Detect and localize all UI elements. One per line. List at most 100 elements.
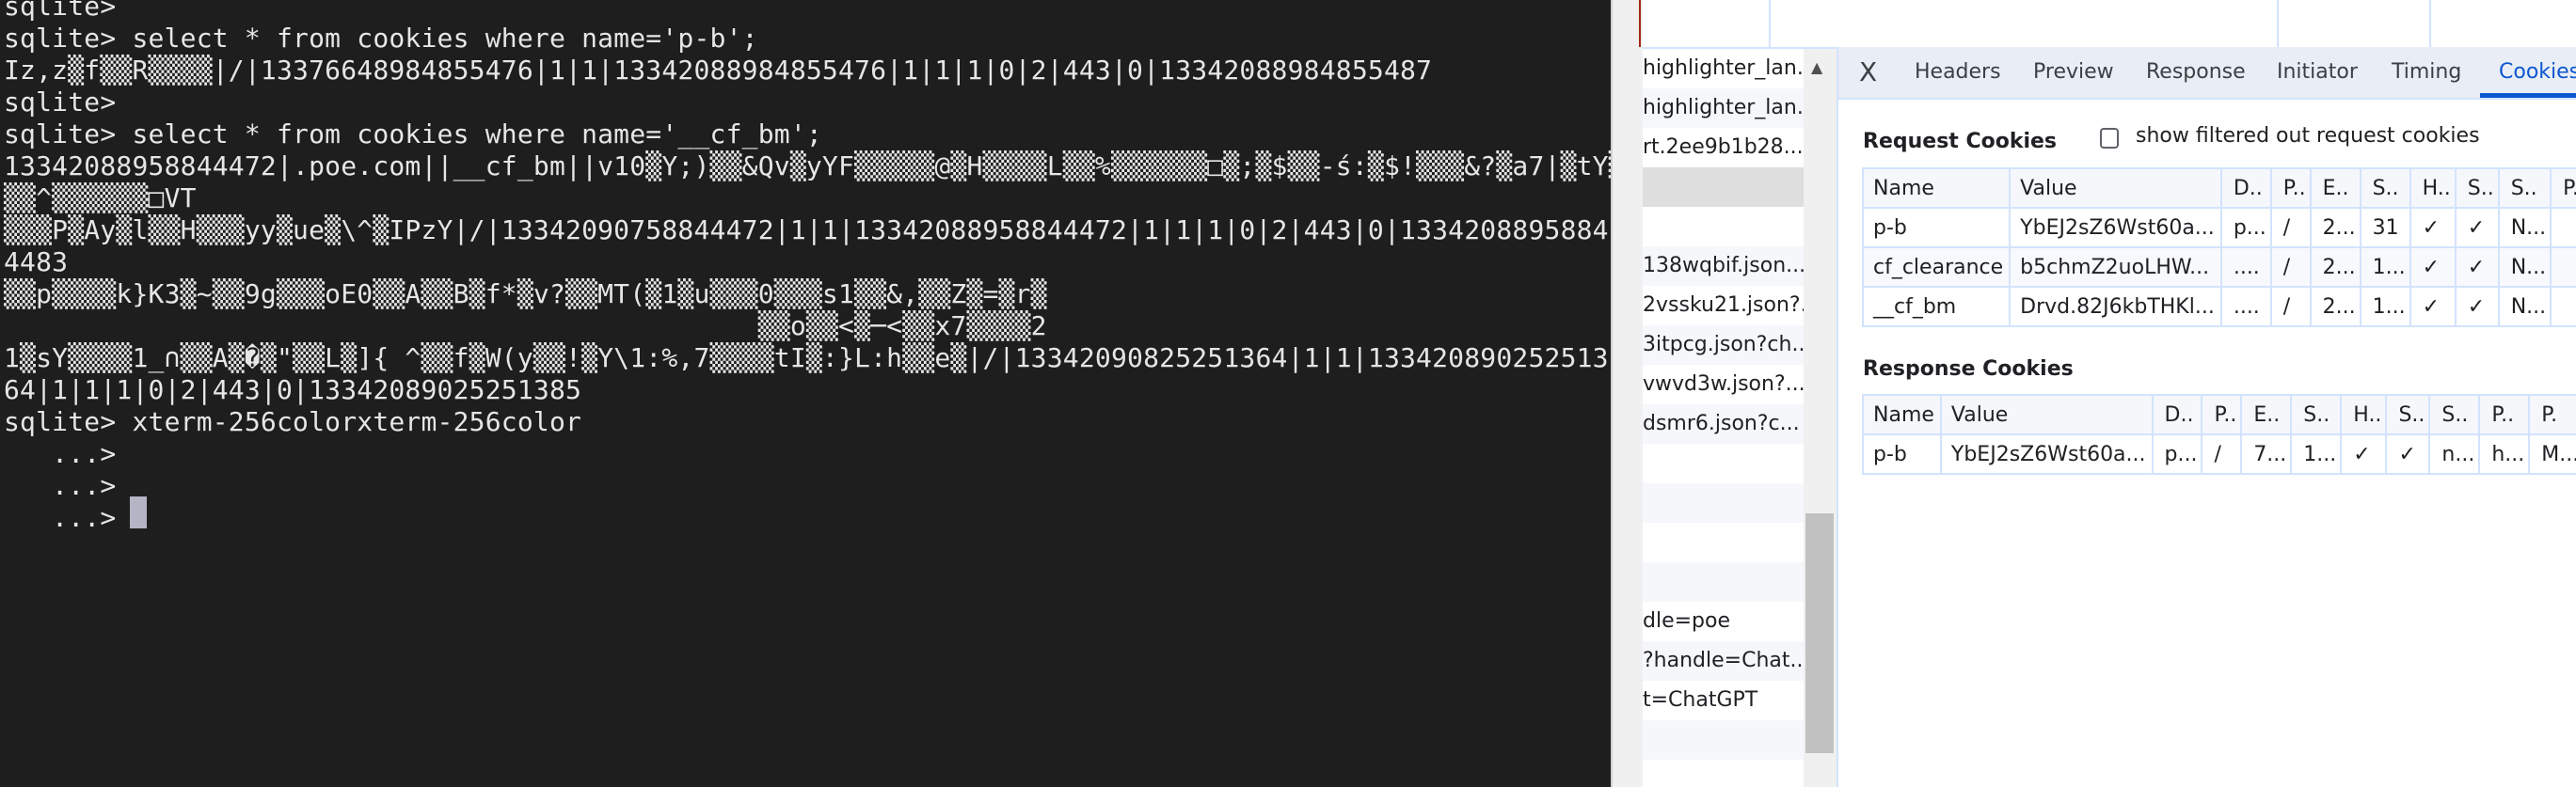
cookie-cell: /: [2201, 433, 2243, 475]
request-row[interactable]: [1643, 483, 1804, 523]
request-list-scrollbar[interactable]: ▲: [1804, 49, 1837, 787]
column-header[interactable]: H..: [2340, 394, 2388, 435]
cookie-cell: h...: [2478, 433, 2531, 475]
tab-response[interactable]: Response: [2146, 47, 2246, 98]
scroll-up-arrow-icon[interactable]: ▲: [1811, 58, 1822, 76]
request-row[interactable]: 2vssku21.json?...: [1643, 286, 1804, 325]
terminal-line: 64|1|1|1|0|2|443|0|13342089025251385: [4, 374, 582, 405]
cookie-cell: 1...: [2359, 286, 2411, 327]
request-row[interactable]: t=ChatGPT: [1643, 681, 1804, 720]
tab-preview[interactable]: Preview: [2033, 47, 2114, 98]
column-header[interactable]: Name: [1861, 167, 2012, 209]
terminal-line: ▒▒^▒▒▒▒▒▒□VT: [4, 182, 197, 213]
cookie-cell: __cf_bm: [1861, 286, 2012, 327]
column-header[interactable]: P..: [2550, 167, 2576, 209]
column-header[interactable]: Value: [1939, 394, 2154, 435]
column-header[interactable]: E..: [2309, 167, 2361, 209]
response-cookies-table: Name Value D.. P.. E.. S.. H.. S.. S.. P.. P. p-b Yb…: [1862, 394, 2576, 475]
cookie-cell: N...: [2497, 207, 2552, 248]
request-row[interactable]: [1643, 562, 1804, 602]
devtools-network-panel: highlighter_lan... highlighter_lan... rt.2…: [1639, 0, 2576, 787]
cookie-row[interactable]: __cf_bm Drvd.82J6kbTHKl......./2... 1... ✓ ✓…: [1861, 286, 2576, 327]
cookie-cell: b5chmZ2uoLHW...: [2009, 246, 2222, 288]
cookie-cell: YbEJ2sZ6Wst60a...: [1939, 433, 2154, 475]
tab-headers[interactable]: Headers: [1915, 47, 2001, 98]
terminal-window[interactable]: sqlite> sqlite> select * from cookies whe…: [0, 0, 1611, 787]
request-name: vwvd3w.json?...: [1643, 372, 1804, 396]
cookie-cell: 7...: [2240, 433, 2293, 475]
request-row[interactable]: [1643, 720, 1804, 760]
terminal-line: ...>: [4, 438, 133, 469]
waterfall-gridline: [1769, 0, 1771, 47]
request-name: dle=poe: [1643, 609, 1731, 633]
tab-cookies[interactable]: Cookies: [2480, 47, 2576, 98]
terminal-line: 1▒sY▒▒▒▒1_∩▒▒A▒�▒"▒▒L▒]{ ^▒▒f▒W(y▒▒!▒Y\1…: [4, 342, 1609, 373]
cookie-cell: [2550, 286, 2576, 327]
tab-initiator[interactable]: Initiator: [2277, 47, 2358, 98]
table-header-row: NameValueD..P..E..S..H..S..S..P..P.: [1862, 394, 2576, 435]
cookie-cell: /: [2269, 286, 2312, 327]
terminal-line: sqlite> xterm-256colorxterm-256color: [4, 406, 582, 437]
cookie-cell: p...: [2151, 433, 2203, 475]
cookie-cell: 31: [2359, 207, 2411, 248]
show-filtered-cookies-label[interactable]: show filtered out request cookies: [2136, 124, 2480, 148]
terminal-line: 13342088958844472|.poe.com||__cf_bm||v10…: [4, 150, 1611, 181]
column-header[interactable]: E..: [2240, 394, 2293, 435]
column-header[interactable]: P..: [2201, 394, 2243, 435]
scrollbar-thumb[interactable]: [1805, 513, 1834, 753]
cookie-cell: YbEJ2sZ6Wst60a...: [2009, 207, 2222, 248]
cookie-cell: /: [2269, 246, 2312, 288]
request-row[interactable]: vwvd3w.json?...: [1643, 365, 1804, 404]
terminal-line: ▒▒p▒▒▒▒k}K3▒~▒▒9g▒▒▒oE0▒▒A▒▒B▒f*▒v?▒▒MT(…: [4, 278, 1047, 309]
request-row[interactable]: 138wqbif.json...: [1643, 246, 1804, 286]
cookie-row[interactable]: cf_clearance b5chmZ2uoLHW......./2... 1...…: [1861, 246, 2576, 288]
request-name: highlighter_lan...: [1643, 56, 1804, 80]
column-header[interactable]: S..: [2428, 394, 2481, 435]
column-header[interactable]: Name: [1862, 394, 1942, 435]
terminal-line: ▒▒▒P▒Ay▒l▒▒H▒▒▒yy▒ue▒\^▒IPzY|/|133420907…: [4, 214, 1609, 245]
request-row[interactable]: ?handle=Chat...: [1643, 641, 1804, 681]
request-row[interactable]: dsmr6.json?c...: [1643, 404, 1804, 444]
column-header[interactable]: S..: [2385, 394, 2431, 435]
show-filtered-cookies-checkbox[interactable]: [2100, 128, 2119, 149]
request-name: t=ChatGPT: [1643, 688, 1758, 712]
table-header-row: NameValueD..P..E..S..H..S..S..P..P.: [1861, 167, 2576, 209]
request-name: 3itpcg.json?ch...: [1643, 333, 1804, 356]
column-header[interactable]: Value: [2009, 167, 2222, 209]
column-header[interactable]: D..: [2219, 167, 2272, 209]
cookie-cell: ✓: [2385, 433, 2431, 475]
column-header[interactable]: S..: [2359, 167, 2411, 209]
request-row[interactable]: [1643, 444, 1804, 483]
request-row[interactable]: [1643, 207, 1804, 246]
network-waterfall: [1639, 0, 2576, 49]
request-row[interactable]: [1643, 167, 1804, 207]
request-cookies-heading: Request Cookies: [1863, 130, 2058, 153]
column-header[interactable]: D..: [2151, 394, 2203, 435]
request-row[interactable]: dle=poe: [1643, 602, 1804, 641]
request-row[interactable]: highlighter_lan...: [1643, 88, 1804, 128]
request-row[interactable]: 3itpcg.json?ch...: [1643, 325, 1804, 365]
cookie-cell: n...: [2428, 433, 2481, 475]
request-row[interactable]: [1643, 523, 1804, 562]
waterfall-gridline: [2277, 0, 2279, 47]
request-row[interactable]: rt.2ee9b1b28...: [1643, 128, 1804, 167]
column-header[interactable]: P..: [2269, 167, 2312, 209]
column-header[interactable]: S..: [2497, 167, 2552, 209]
column-header[interactable]: P..: [2478, 394, 2531, 435]
cookie-row[interactable]: p-b YbEJ2sZ6Wst60a... p.../7... 1... ✓ ✓ n... h…: [1862, 433, 2576, 475]
tab-timing[interactable]: Timing: [2392, 47, 2461, 98]
close-icon[interactable]: X: [1859, 47, 1877, 98]
column-header[interactable]: S..: [2290, 394, 2343, 435]
cookie-cell: p...: [2219, 207, 2272, 248]
request-row[interactable]: highlighter_lan...: [1643, 49, 1804, 88]
cookie-cell: M...: [2528, 433, 2576, 475]
cookie-cell: ....: [2219, 246, 2272, 288]
waterfall-gridline: [2429, 0, 2431, 47]
column-header[interactable]: H..: [2409, 167, 2457, 209]
terminal-line: sqlite> select * from cookies where name…: [4, 23, 758, 54]
cookie-row[interactable]: p-bYbEJ2sZ6Wst60a...p.../2...31✓✓N...M..…: [1861, 207, 2576, 248]
terminal-line: Iz,z▒f▒▒R▒▒▒▒|/|13376648984855476|1|1|13…: [4, 55, 1433, 86]
column-header[interactable]: S..: [2454, 167, 2500, 209]
column-header[interactable]: P.: [2528, 394, 2576, 435]
cookie-cell: [2550, 246, 2576, 288]
